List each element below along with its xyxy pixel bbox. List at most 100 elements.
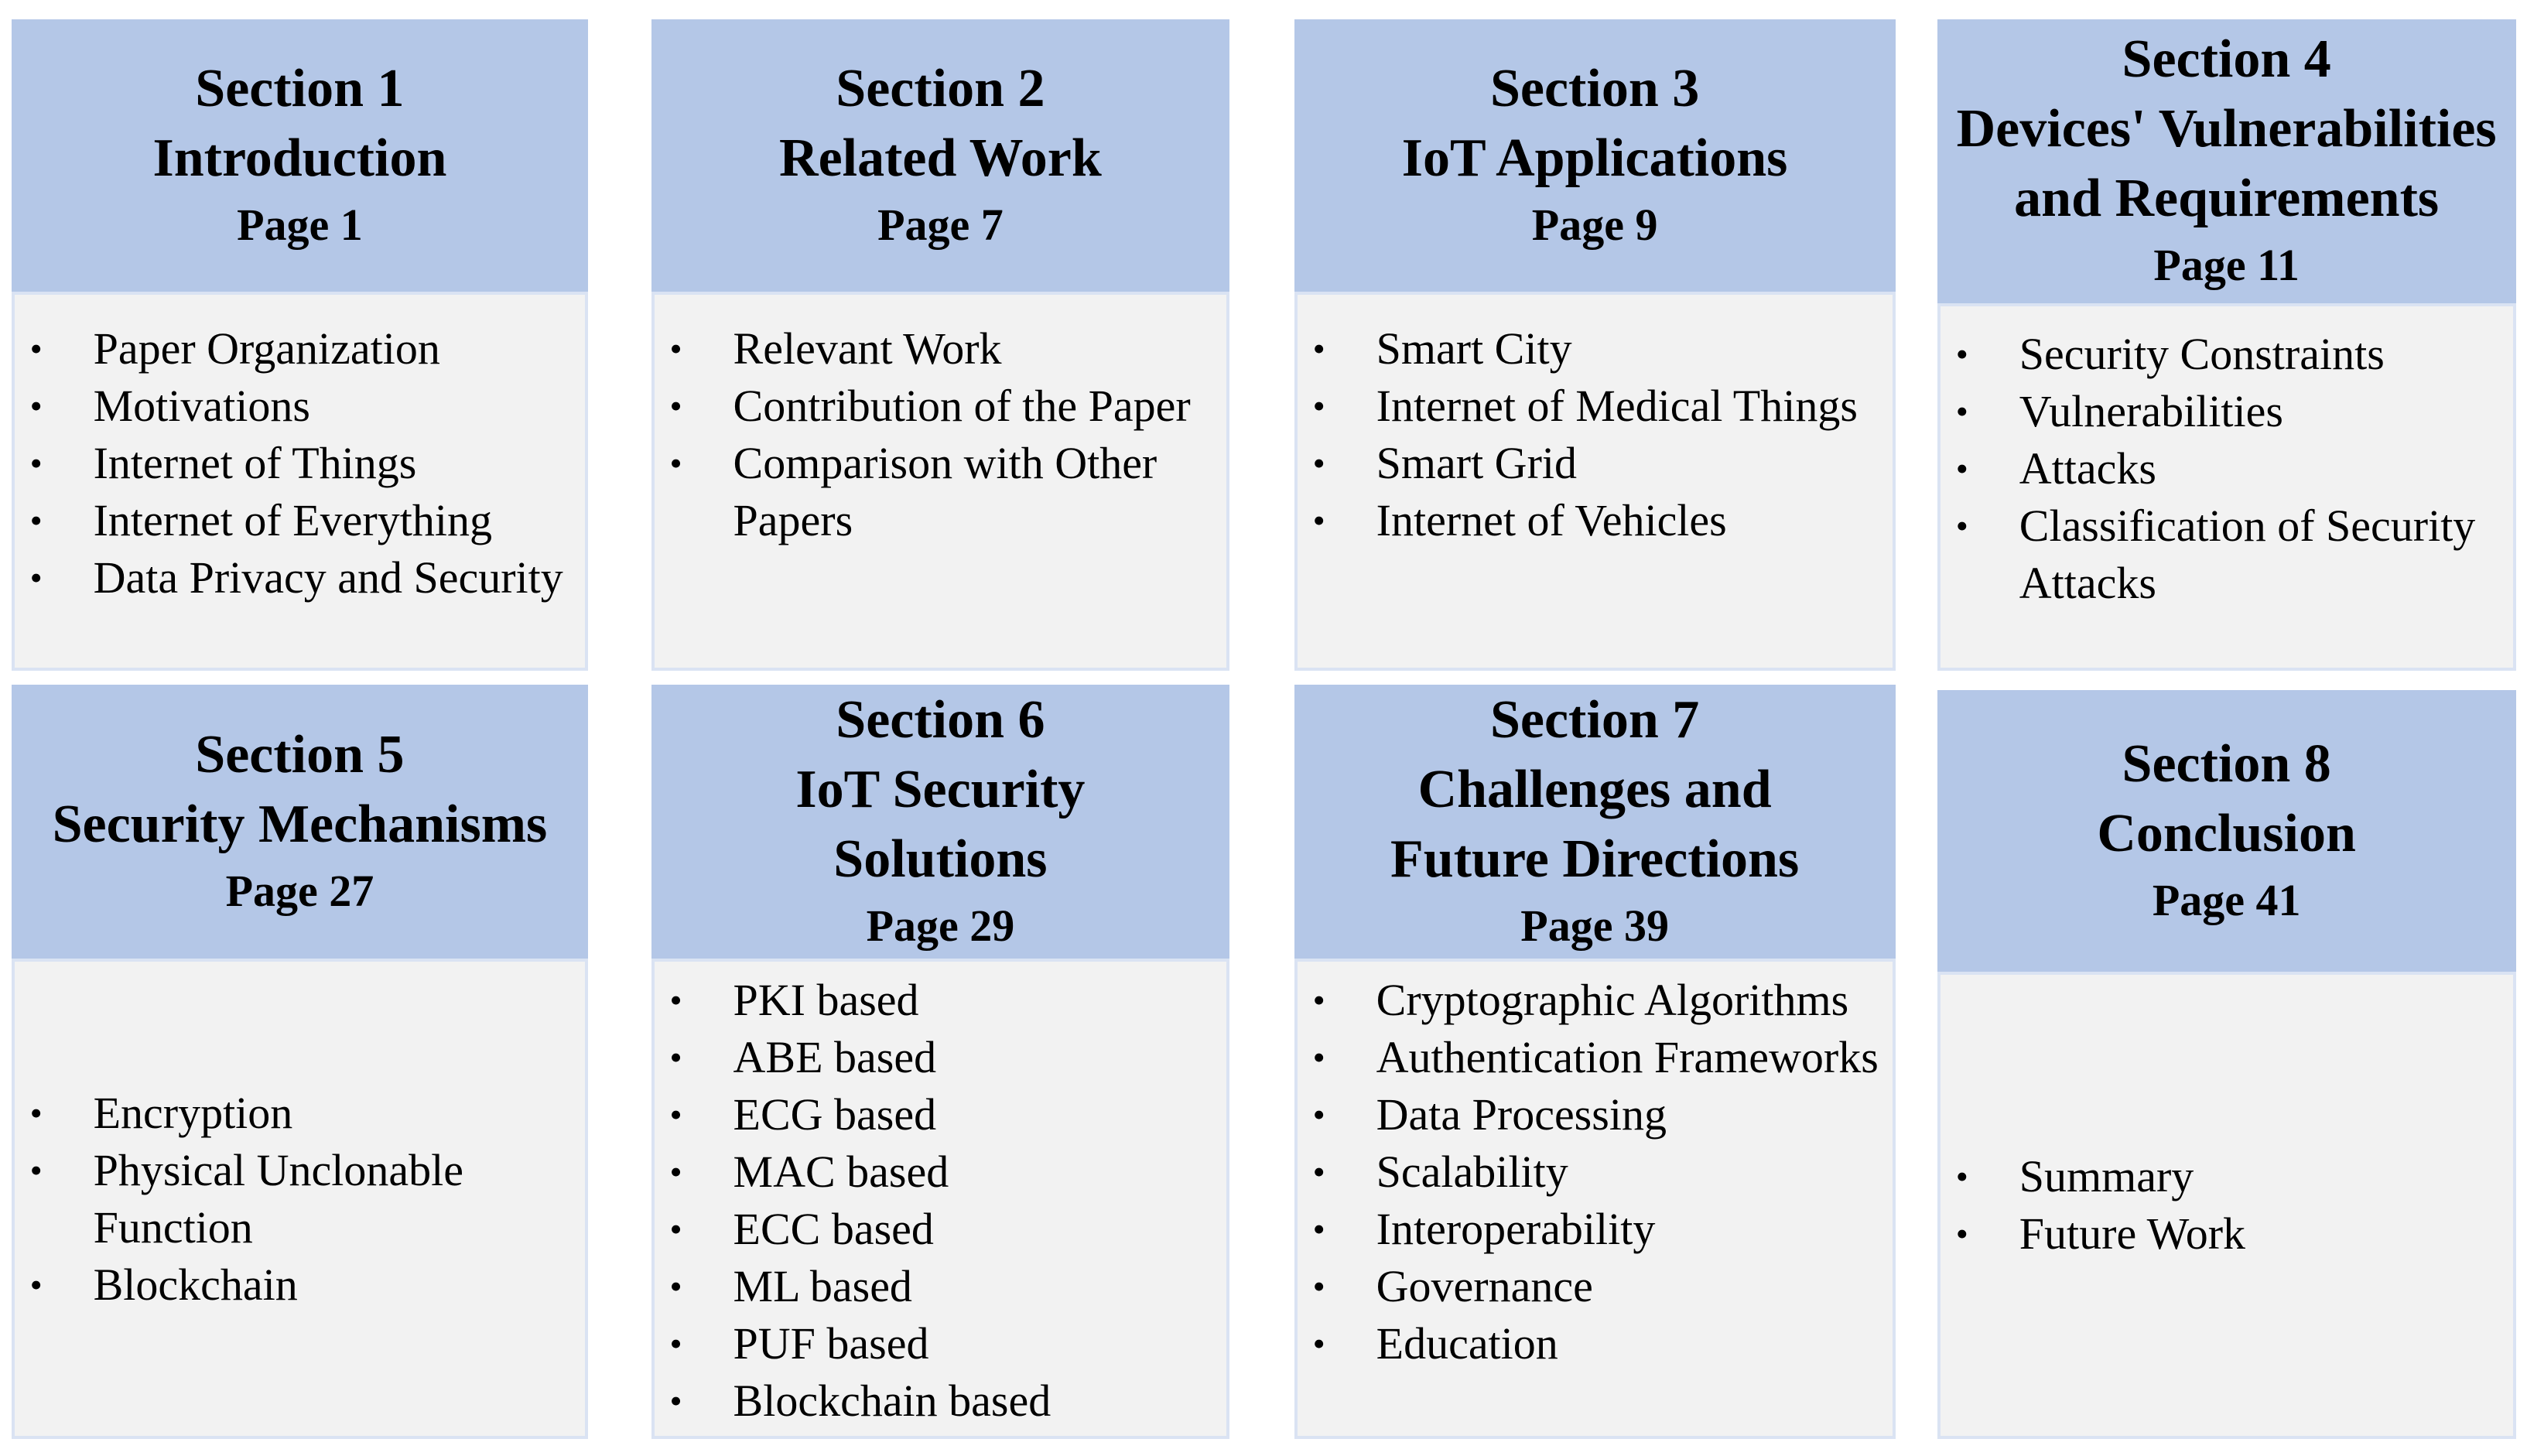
topic-label: Authentication Frameworks <box>1376 1031 1879 1082</box>
bullet-icon: • <box>29 386 43 426</box>
topic-label: Summary <box>2019 1151 2194 1202</box>
topic-label: Smart Grid <box>1376 438 1577 489</box>
topic-label: ABE based <box>733 1031 937 1082</box>
topic-item: • PUF based <box>655 1315 1227 1372</box>
section-title: IoT Security <box>795 760 1086 820</box>
topic-label: Data Privacy and Security <box>93 552 563 603</box>
section-number: Section 2 <box>836 58 1045 118</box>
topic-label: ML based <box>733 1260 912 1311</box>
bullet-icon: • <box>29 1150 43 1190</box>
bullet-icon: • <box>669 979 682 1020</box>
section-body: • Security Constraints • Vulnerabilities • At… <box>1937 302 2516 671</box>
topic-list: • Paper Organization • Motivations • Internet… <box>15 320 586 607</box>
section-card-2: Section 2 Related Work Page 7 • Relevant Wor… <box>651 19 1230 671</box>
topic-item: • Future Work <box>1941 1205 2513 1263</box>
topic-label: Internet of Things <box>93 438 417 489</box>
topic-label: Scalability <box>1376 1146 1568 1197</box>
bullet-icon: • <box>29 443 43 484</box>
bullet-icon: • <box>669 1380 682 1420</box>
topic-label: PUF based <box>733 1318 929 1369</box>
topic-item: • Internet of Medical Things <box>1298 378 1893 435</box>
section-header: Section 7 Challenges and Future Directions… <box>1294 685 1896 959</box>
section-title: IoT Applications <box>1401 128 1788 188</box>
topic-label: Future Work <box>2019 1208 2246 1259</box>
topic-item: • Security Constraints <box>1941 326 2513 383</box>
bullet-icon: • <box>1312 386 1325 426</box>
topic-label: Education <box>1376 1318 1558 1369</box>
topic-label: Data Processing <box>1376 1089 1667 1140</box>
bullet-icon: • <box>669 1094 682 1134</box>
section-body: • Cryptographic Algorithms • Authentication… <box>1294 959 1896 1440</box>
topic-item: • ECG based <box>655 1086 1227 1143</box>
section-title: Challenges and <box>1417 760 1772 820</box>
section-body: • Smart City • Internet of Medical Things • S… <box>1294 292 1896 671</box>
bullet-icon: • <box>1312 1266 1325 1306</box>
bullet-icon: • <box>1312 501 1325 541</box>
topic-list: • Smart City • Internet of Medical Things • S… <box>1298 320 1893 549</box>
topic-label: Security Constraints <box>2019 328 2385 379</box>
section-header: Section 6 IoT Security Solutions Page 29 <box>651 685 1230 959</box>
topic-list: • PKI based • ABE based • ECG based • MAC based… <box>655 972 1227 1430</box>
topic-label: Smart City <box>1376 323 1572 374</box>
topic-item: • Paper Organization <box>15 320 586 378</box>
topic-label: Encryption <box>93 1087 293 1138</box>
section-title: Solutions <box>833 829 1048 890</box>
bullet-icon: • <box>1955 333 1968 374</box>
bullet-icon: • <box>1312 443 1325 484</box>
topic-item: • Physical Unclonable Function <box>15 1142 586 1256</box>
topic-label: PKI based <box>733 974 919 1025</box>
topic-label: Attacks <box>2019 443 2156 494</box>
topic-item: • PKI based <box>655 972 1227 1029</box>
section-body: • Relevant Work • Contribution of the Paper… <box>651 292 1230 671</box>
section-body: • Summary • Future Work <box>1937 972 2516 1440</box>
section-body: • Paper Organization • Motivations • Internet… <box>11 292 589 671</box>
section-number: Section 1 <box>195 58 405 118</box>
bullet-icon: • <box>1955 505 1968 545</box>
topic-item: • Scalability <box>1298 1143 1893 1201</box>
topic-label: Governance <box>1376 1260 1593 1311</box>
topic-label: Paper Organization <box>93 323 440 374</box>
bullet-icon: • <box>1312 979 1325 1020</box>
topic-item: • Blockchain <box>15 1256 586 1314</box>
topic-label: ECC based <box>733 1203 934 1254</box>
bullet-icon: • <box>669 1151 682 1191</box>
bullet-icon: • <box>669 1266 682 1306</box>
topic-label: Classification of Security Attacks <box>2019 500 2476 608</box>
topic-item: • Authentication Frameworks <box>1298 1029 1893 1086</box>
topic-item: • Governance <box>1298 1258 1893 1315</box>
section-title: Future Directions <box>1390 829 1800 890</box>
section-page-number: Page 11 <box>2153 240 2300 291</box>
bullet-icon: • <box>669 329 682 369</box>
bullet-icon: • <box>29 1264 43 1304</box>
section-number: Section 5 <box>195 725 405 785</box>
topic-item: • ML based <box>655 1258 1227 1315</box>
section-card-4: Section 4 Devices' Vulnerabilities and Req… <box>1937 19 2516 671</box>
topic-label: Relevant Work <box>733 323 1002 374</box>
topic-item: • Attacks <box>1941 440 2513 497</box>
bullet-icon: • <box>669 443 682 484</box>
bullet-icon: • <box>669 1037 682 1077</box>
section-number: Section 8 <box>2122 733 2331 794</box>
section-header: Section 1 Introduction Page 1 <box>11 19 589 292</box>
section-page-number: Page 29 <box>866 901 1015 952</box>
section-title: Introduction <box>152 128 447 188</box>
section-page-number: Page 41 <box>2152 874 2301 925</box>
section-title: Devices' Vulnerabilities <box>1956 99 2497 159</box>
section-number: Section 6 <box>836 690 1045 750</box>
bullet-icon: • <box>1955 391 1968 431</box>
bullet-icon: • <box>1955 1214 1968 1254</box>
section-header: Section 8 Conclusion Page 41 <box>1937 689 2516 972</box>
topic-item: • Internet of Vehicles <box>1298 492 1893 549</box>
bullet-icon: • <box>1312 329 1325 369</box>
topic-label: Internet of Medical Things <box>1376 381 1858 432</box>
topic-item: • MAC based <box>655 1143 1227 1201</box>
topic-label: Physical Unclonable Function <box>93 1144 463 1253</box>
topic-item: • Data Privacy and Security <box>15 549 586 607</box>
topic-item: • Cryptographic Algorithms <box>1298 972 1893 1029</box>
topic-item: • Comparison with Other Papers <box>655 435 1227 549</box>
topic-label: Contribution of the Paper <box>733 381 1191 432</box>
topic-label: Internet of Vehicles <box>1376 495 1727 546</box>
topic-item: • Blockchain based <box>655 1372 1227 1430</box>
bullet-icon: • <box>29 558 43 598</box>
topic-label: Interoperability <box>1376 1203 1656 1254</box>
